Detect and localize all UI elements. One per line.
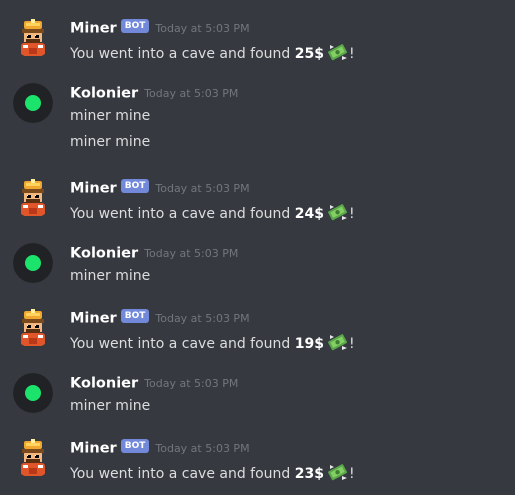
miner-avatar-icon[interactable]: [13, 438, 53, 478]
author-name[interactable]: Miner: [70, 181, 117, 197]
chat-messages: Miner BOT Today at 5:03 PM You went into a…: [0, 0, 515, 495]
message-text-end: !: [348, 336, 355, 352]
message-content: miner mine: [70, 108, 151, 124]
author-name[interactable]: Kolonier: [70, 246, 138, 262]
message-content: miner mine: [70, 268, 151, 284]
message-header: Miner BOT Today at 5:03 PM: [70, 308, 250, 330]
timestamp[interactable]: Today at 5:03 PM: [144, 87, 238, 100]
message-group: Miner BOT Today at 5:03 PM You went into a…: [0, 308, 515, 353]
money-with-wings-icon: [327, 203, 349, 221]
found-amount: 24$: [294, 206, 324, 222]
message-text-end: !: [348, 206, 355, 222]
money-with-wings-icon: [327, 43, 349, 61]
miner-avatar-icon[interactable]: [13, 308, 53, 348]
timestamp[interactable]: Today at 5:03 PM: [155, 22, 249, 35]
message-content: miner mine: [70, 134, 151, 150]
message-text: You went into a cave and found: [70, 46, 295, 62]
message-content: miner mine: [70, 398, 151, 414]
message-group: Miner BOT Today at 5:03 PM You went into a…: [0, 178, 515, 223]
kolonier-avatar-icon[interactable]: [13, 243, 53, 283]
message-group: Miner BOT Today at 5:03 PM You went into a…: [0, 438, 515, 483]
timestamp[interactable]: Today at 5:03 PM: [155, 182, 249, 195]
message-group: Kolonier Today at 5:03 PM miner mine mine…: [0, 83, 515, 153]
money-with-wings-icon: [327, 463, 349, 481]
message-content: You went into a cave and found 24$!: [70, 203, 355, 222]
kolonier-avatar-icon[interactable]: [13, 83, 53, 123]
message-content: You went into a cave and found 25$!: [70, 43, 355, 62]
message-text: You went into a cave and found: [70, 466, 295, 482]
message-text-end: !: [348, 46, 355, 62]
author-name[interactable]: Miner: [70, 311, 117, 327]
message-header: Miner BOT Today at 5:03 PM: [70, 438, 250, 460]
bot-tag: BOT: [120, 178, 150, 193]
found-amount: 23$: [294, 466, 324, 482]
bot-tag: BOT: [120, 18, 150, 33]
author-name[interactable]: Miner: [70, 441, 117, 457]
author-name[interactable]: Kolonier: [70, 86, 138, 102]
message-header: Miner BOT Today at 5:03 PM: [70, 178, 250, 200]
message-header: Kolonier Today at 5:03 PM: [70, 83, 238, 105]
found-amount: 19$: [294, 336, 324, 352]
message-header: Miner BOT Today at 5:03 PM: [70, 18, 250, 40]
message-header: Kolonier Today at 5:03 PM: [70, 243, 238, 265]
message-content: You went into a cave and found 23$!: [70, 463, 355, 482]
miner-avatar-icon[interactable]: [13, 18, 53, 58]
bot-tag: BOT: [120, 308, 150, 323]
timestamp[interactable]: Today at 5:03 PM: [155, 442, 249, 455]
message-text-end: !: [348, 466, 355, 482]
message-text: You went into a cave and found: [70, 206, 295, 222]
kolonier-avatar-icon[interactable]: [13, 373, 53, 413]
timestamp[interactable]: Today at 5:03 PM: [144, 377, 238, 390]
message-group: Kolonier Today at 5:03 PM miner mine: [0, 373, 515, 418]
message-group: Kolonier Today at 5:03 PM miner mine: [0, 243, 515, 288]
timestamp[interactable]: Today at 5:03 PM: [144, 247, 238, 260]
miner-avatar-icon[interactable]: [13, 178, 53, 218]
author-name[interactable]: Miner: [70, 21, 117, 37]
message-content: You went into a cave and found 19$!: [70, 333, 355, 352]
message-header: Kolonier Today at 5:03 PM: [70, 373, 238, 395]
bot-tag: BOT: [120, 438, 150, 453]
message-group: Miner BOT Today at 5:03 PM You went into a…: [0, 18, 515, 63]
money-with-wings-icon: [327, 333, 349, 351]
found-amount: 25$: [294, 46, 324, 62]
timestamp[interactable]: Today at 5:03 PM: [155, 312, 249, 325]
message-text: You went into a cave and found: [70, 336, 295, 352]
author-name[interactable]: Kolonier: [70, 376, 138, 392]
